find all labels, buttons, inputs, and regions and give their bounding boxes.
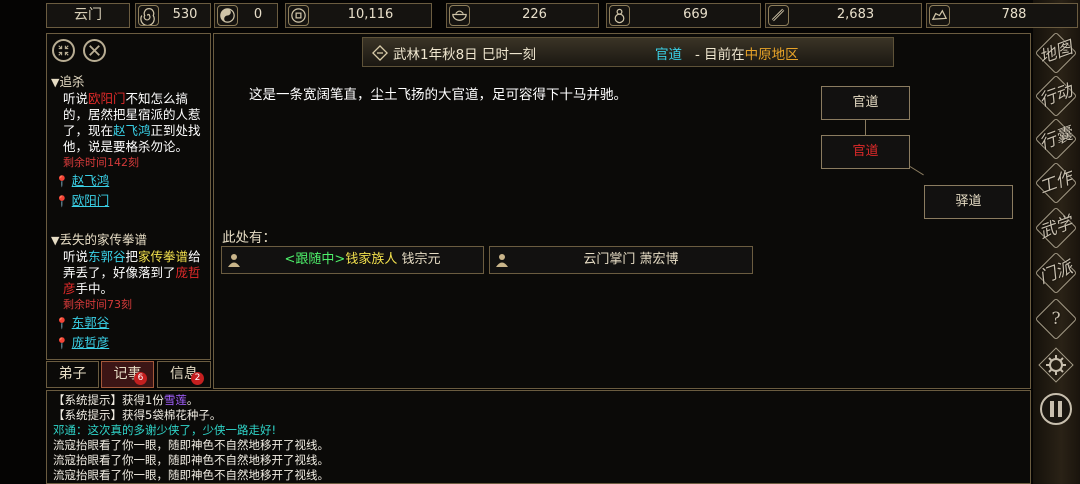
martial-button[interactable]: 武学 <box>1037 209 1076 247</box>
spiral-icon <box>138 5 159 26</box>
expand-button[interactable] <box>52 39 75 62</box>
log-line: 【系统提示】获得1份雪莲。 <box>53 393 199 407</box>
pin-icon: 📍 <box>55 195 69 208</box>
coin-icon <box>288 5 309 26</box>
quest-location-link[interactable]: 📍 东郭谷 <box>51 314 211 332</box>
stat-ore[interactable]: 788 <box>926 3 1078 28</box>
settings-icon <box>1038 347 1074 383</box>
work-icon: 工作 <box>1036 167 1076 199</box>
stat-wine[interactable]: 669 <box>606 3 761 28</box>
quest-location-link[interactable]: 📍 赵飞鸿 <box>51 172 211 190</box>
map-icon: 地图 <box>1036 37 1076 69</box>
stat-scroll[interactable]: 2,683 <box>765 3 922 28</box>
scene-panel: 武林1年秋8日 巳时一刻 官道 - 目前在中原地区 这是一条宽阔笔直，尘土飞扬的… <box>213 33 1031 389</box>
top-bar: 云门 530 0 10,116 226 669 2,683 788 <box>0 0 1080 30</box>
stat-reputation[interactable]: 530 <box>135 3 211 28</box>
scene-header: 武林1年秋8日 巳时一刻 官道 - 目前在中原地区 <box>362 37 894 67</box>
action-button[interactable]: 行动 <box>1037 77 1076 115</box>
pin-icon: 📍 <box>55 175 69 188</box>
map-node-current[interactable]: 官道 <box>821 135 910 169</box>
work-button[interactable]: 工作 <box>1037 164 1076 202</box>
notification-badge: 2 <box>191 372 204 385</box>
quest-item[interactable]: ▼丢失的家传拳谱 听说东郭谷把家传拳谱给弄丢了，好像落到了庞哲彦手中。 剩余时间… <box>51 232 211 352</box>
sect-button[interactable]: 门派 <box>1037 254 1076 292</box>
quest-remaining-time: 剩余时间73刻 <box>63 298 132 311</box>
stat-morality[interactable]: 0 <box>214 3 278 28</box>
map-button[interactable]: 地图 <box>1037 34 1076 72</box>
log-line: 邓通：这次真的多谢少侠了，少侠一路走好! <box>53 423 277 437</box>
tab-disciples[interactable]: 弟子 <box>46 361 99 388</box>
help-button[interactable]: ? <box>1037 300 1075 338</box>
map-node-north[interactable]: 官道 <box>821 86 910 120</box>
location-name[interactable]: 云门 <box>46 3 130 28</box>
quest-location-link[interactable]: 📍 欧阳门 <box>51 192 211 210</box>
yinyang-icon <box>217 5 238 26</box>
stat-food[interactable]: 226 <box>446 3 599 28</box>
log-line: 流寇抬眼看了你一眼，随即神色不自然地移开了视线。 <box>53 468 329 482</box>
message-log[interactable]: 【系统提示】获得1份雪莲。 【系统提示】获得5袋棉花种子。 邓通：这次真的多谢少… <box>46 390 1031 484</box>
log-line: 流寇抬眼看了你一眼，随即神色不自然地移开了视线。 <box>53 453 329 467</box>
action-icon: 行动 <box>1036 80 1076 112</box>
map-connector <box>909 166 924 176</box>
map-node-southeast[interactable]: 驿道 <box>924 185 1013 219</box>
tab-journal[interactable]: 记事 6 <box>101 361 154 388</box>
bowl-icon <box>449 5 470 26</box>
npc-button[interactable]: 云门掌门 萧宏博 <box>489 246 753 274</box>
log-line: 【系统提示】获得5袋棉花种子。 <box>53 408 222 422</box>
notification-badge: 6 <box>134 372 147 385</box>
game-date: 武林1年秋8日 巳时一刻 <box>393 47 536 63</box>
tab-messages[interactable]: 信息 2 <box>157 361 211 388</box>
current-location: 官道 <box>655 47 682 63</box>
ore-icon <box>929 5 950 26</box>
bag-button[interactable]: 行囊 <box>1037 120 1076 158</box>
gourd-icon <box>609 5 630 26</box>
quest-item[interactable]: ▼追杀 听说欧阳门不知怎么搞的，居然把星宿派的人惹了，现在赵飞鸿正到处找他，说是… <box>51 74 211 210</box>
quest-remaining-time: 剩余时间142刻 <box>63 156 139 169</box>
quest-title: ▼丢失的家传拳谱 <box>51 232 147 247</box>
map-connector <box>865 120 866 135</box>
region-text: - 目前在中原地区 <box>695 47 799 63</box>
scroll-icon <box>768 5 789 26</box>
quest-title: ▼追杀 <box>51 74 85 89</box>
collapse-arrows-icon <box>58 45 69 56</box>
scene-description: 这是一条宽阔笔直，尘土飞扬的大官道，足可容得下十马并驰。 <box>249 87 627 103</box>
bag-icon: 行囊 <box>1036 123 1076 155</box>
settings-button[interactable] <box>1037 346 1075 384</box>
compass-icon <box>372 45 388 61</box>
person-icon <box>228 254 240 267</box>
help-icon: ? <box>1051 309 1061 329</box>
tab-label: 弟子 <box>58 366 87 382</box>
pin-icon: 📍 <box>55 317 69 330</box>
pause-icon <box>1040 393 1072 425</box>
pin-icon: 📍 <box>55 337 69 350</box>
sect-icon: 门派 <box>1036 257 1076 289</box>
quest-description: 听说欧阳门不知怎么搞的，居然把星宿派的人惹了，现在赵飞鸿正到处找他，说是要格杀勿… <box>63 91 201 154</box>
quest-description: 听说东郭谷把家传拳谱给弄丢了，好像落到了庞哲彦手中。 <box>63 249 201 296</box>
person-icon <box>496 254 508 267</box>
npc-button[interactable]: <跟随中>钱家族人 钱宗元 <box>221 246 484 274</box>
close-icon <box>89 45 100 56</box>
close-button[interactable] <box>83 39 106 62</box>
quest-location-link[interactable]: 📍 庞哲彦 <box>51 334 211 352</box>
log-line: 流寇抬眼看了你一眼，随即神色不自然地移开了视线。 <box>53 438 329 452</box>
stat-money[interactable]: 10,116 <box>285 3 432 28</box>
martial-icon: 武学 <box>1036 212 1076 244</box>
present-label: 此处有： <box>222 230 276 246</box>
quest-panel: ▼追杀 听说欧阳门不知怎么搞的，居然把星宿派的人惹了，现在赵飞鸿正到处找他，说是… <box>46 33 211 360</box>
pause-button[interactable] <box>1037 390 1075 428</box>
